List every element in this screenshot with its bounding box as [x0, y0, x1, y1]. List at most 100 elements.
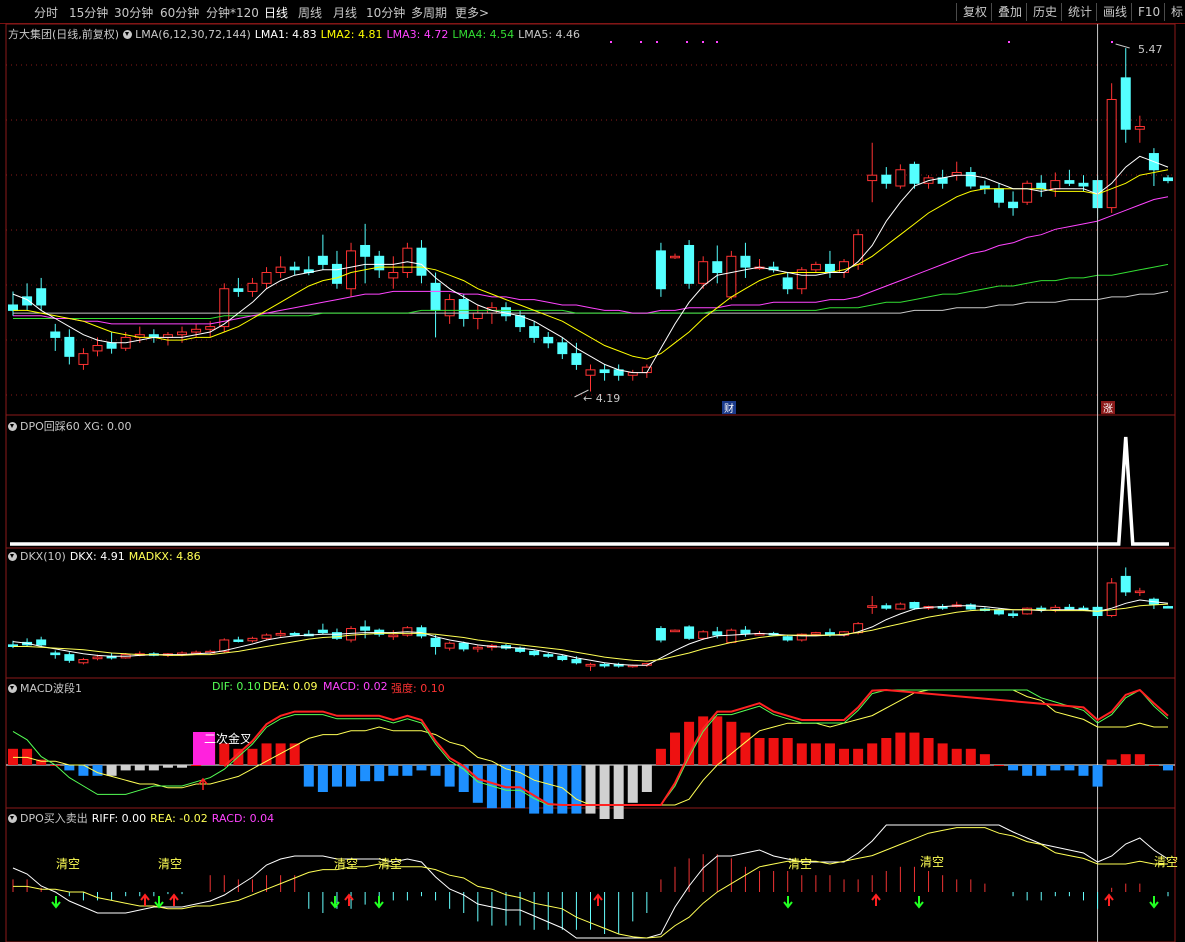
macd-bar [148, 765, 159, 771]
dkx-body [895, 603, 906, 610]
dkx-body [684, 626, 695, 639]
macd-bar [1092, 765, 1103, 787]
dkx-body [36, 639, 47, 646]
macd-bar [1008, 765, 1019, 771]
macd-bar [937, 743, 948, 765]
golden-cross-label: 二次金叉 [204, 731, 252, 746]
macd-bar [303, 765, 314, 787]
buy-arrow-icon [1104, 893, 1114, 906]
candle-body [247, 282, 258, 292]
macd-bar [162, 765, 173, 768]
candle-body [909, 163, 920, 184]
dkx-body [1134, 590, 1145, 594]
macd-bar [1022, 765, 1033, 776]
clear-label-5: 清空 [920, 855, 944, 869]
macd-bar [810, 743, 821, 765]
buy-arrow-icon [593, 893, 603, 906]
macd-bar [585, 765, 596, 814]
dropdown-icon[interactable] [8, 684, 17, 693]
dropdown-icon[interactable] [8, 422, 17, 431]
macd-bar [1106, 759, 1117, 765]
candle-body [388, 272, 399, 279]
candle-body [1120, 77, 1131, 130]
sell-arrow-icon [51, 896, 61, 909]
candle-body [317, 255, 328, 265]
candle-body [1163, 177, 1173, 182]
candle-body [1106, 98, 1117, 209]
main-title: 方大集团(日线,前复权) LMA(6,12,30,72,144) LMA1: 4.8… [8, 26, 584, 42]
sell-arrow-icon [783, 896, 793, 909]
lma-line-4 [13, 263, 1169, 319]
signal-dot-0 [610, 41, 612, 43]
dkx-body [585, 663, 596, 667]
macd-bar [360, 765, 371, 782]
dkx-body [782, 636, 793, 641]
dkx-title-item-2: MADKX: 4.86 [128, 550, 201, 563]
high-price-label: 5.47 [1138, 43, 1163, 56]
clear-label-1: 清空 [158, 857, 182, 871]
signal-dot-4 [702, 41, 704, 43]
candle-body [78, 353, 89, 365]
macd-bar [177, 765, 188, 768]
dkx-body [698, 631, 709, 639]
badge-zhang-text: 涨 [1103, 403, 1113, 415]
dkx-body [712, 631, 723, 636]
candle-body [1134, 126, 1145, 130]
sell-arrow-icon [374, 896, 384, 909]
dkx-body [289, 632, 300, 636]
candle-body [599, 369, 610, 374]
macd-bar [627, 765, 638, 803]
buy-arrow-icon [344, 893, 354, 906]
panel-border-dpo [5, 414, 1176, 549]
candle-body [346, 250, 357, 290]
dkx-body [529, 650, 540, 656]
candle-body [557, 342, 568, 355]
macd-bar [317, 765, 328, 792]
macd-bars [8, 716, 1173, 819]
dropdown-icon[interactable] [8, 552, 17, 561]
macd-bar [712, 716, 723, 765]
lma-line-3 [13, 196, 1169, 325]
dkx-body [909, 601, 920, 609]
dkx-body [416, 627, 427, 637]
macd-title: MACD波段1 [8, 680, 86, 696]
dkx-body [1163, 606, 1173, 609]
macd-bar [853, 748, 864, 765]
macd-bar [402, 765, 413, 776]
macd-bar [951, 748, 962, 765]
dkx-title-item-0: DKX(10) [20, 550, 66, 563]
dkx-body [726, 629, 737, 643]
lma-label-1: LMA1: 4.83 [254, 28, 317, 41]
candle-body [261, 272, 272, 284]
macd-bar [726, 721, 737, 765]
dkx-body [360, 626, 371, 631]
candle-body [585, 369, 596, 376]
macd-value-3: 强度: 0.10 [391, 682, 445, 695]
candle-body [571, 353, 582, 365]
dropdown-icon[interactable] [123, 30, 133, 39]
candle-body [50, 331, 61, 338]
macd-bar [331, 765, 342, 787]
macd-bar [571, 765, 582, 814]
clear-label-0: 清空 [56, 857, 80, 871]
candle-body [64, 336, 75, 357]
sell-arrow-icon [1149, 896, 1159, 909]
candle-body [233, 288, 244, 292]
signal-dot-2 [656, 41, 658, 43]
macd-bar [796, 743, 807, 765]
macd-bar [346, 765, 357, 787]
dkx-body [810, 632, 821, 635]
indicator-name: LMA(6,12,30,72,144) [135, 28, 251, 41]
candle-body [684, 244, 695, 284]
macd-bar [613, 765, 624, 819]
dkx-body [430, 637, 441, 647]
dkx-body [599, 663, 610, 667]
dropdown-icon[interactable] [8, 814, 17, 823]
macd-title-item-0: MACD波段1 [20, 682, 82, 695]
dpo-xg-line [10, 436, 1169, 546]
macd-bar [965, 748, 976, 765]
dkx-body [571, 659, 582, 664]
candle-body [360, 244, 371, 257]
macd-bar [289, 743, 300, 765]
macd-bar [261, 743, 272, 765]
